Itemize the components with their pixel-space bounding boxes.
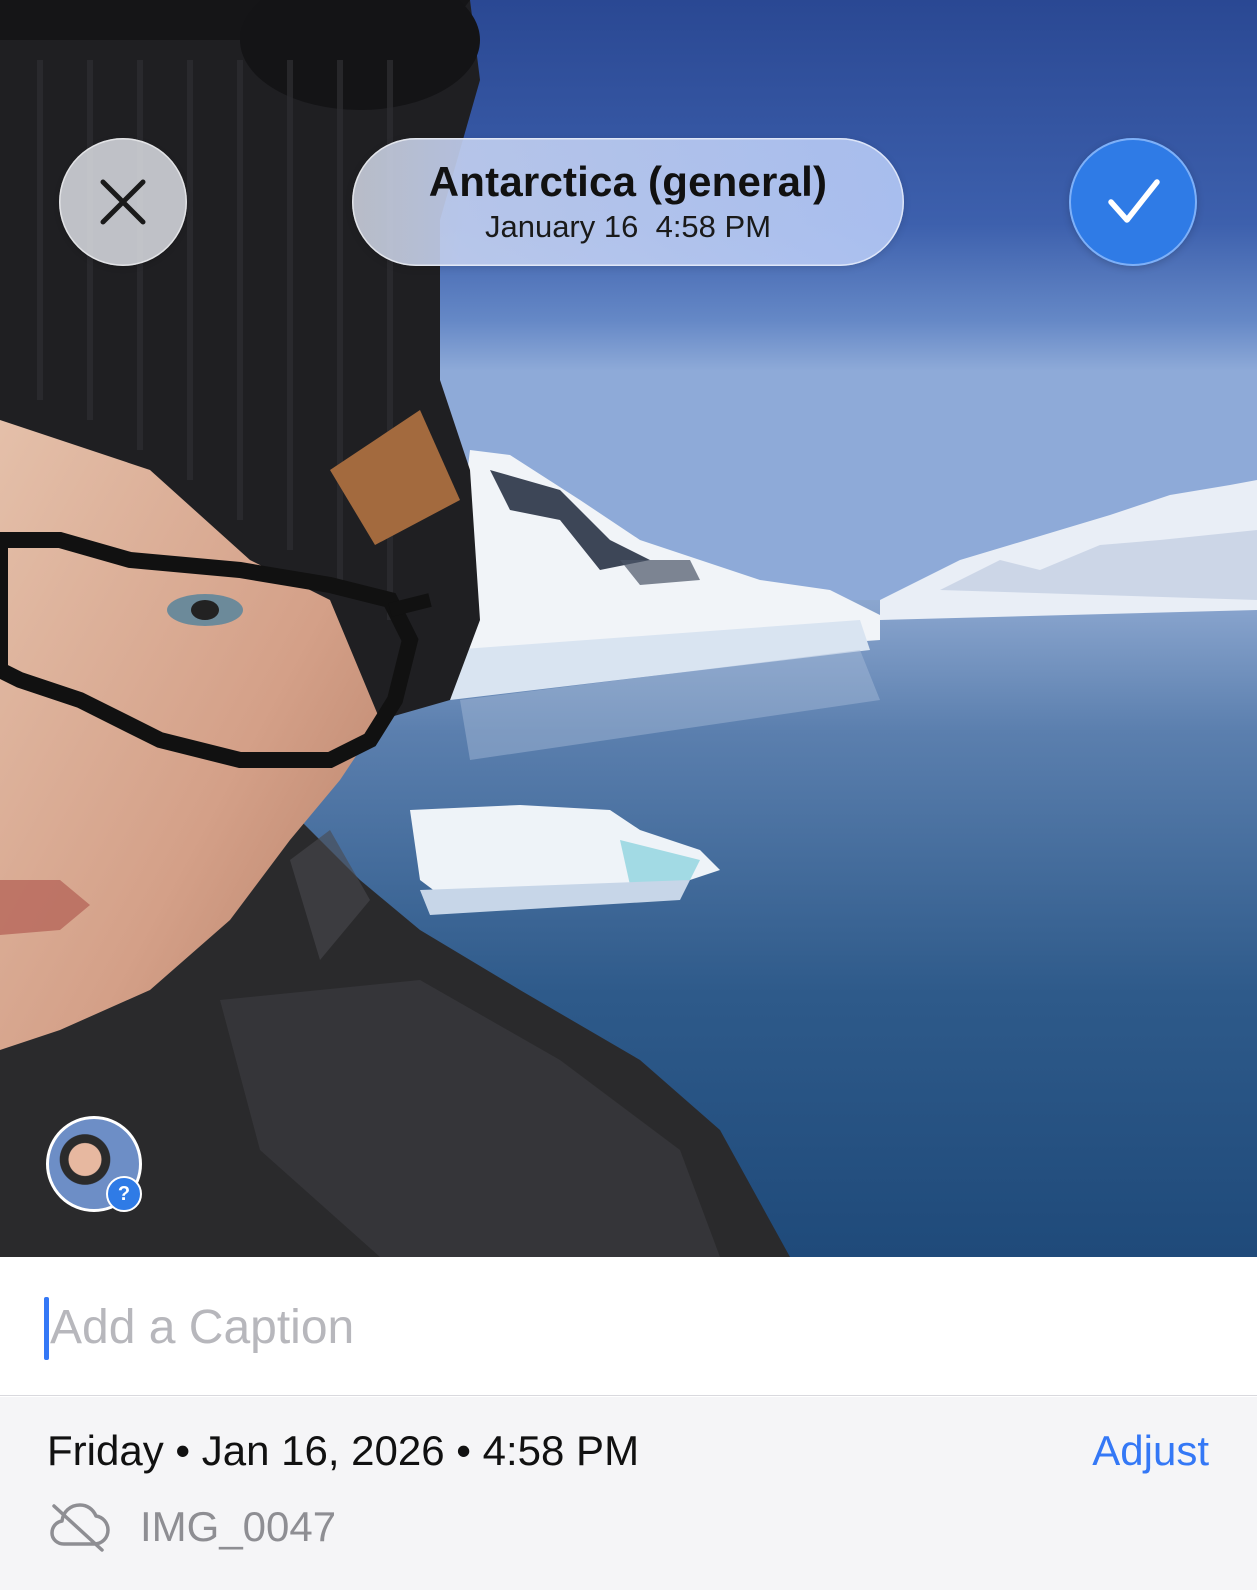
filename: IMG_0047: [140, 1503, 337, 1550]
cloud-off-icon: [50, 1503, 110, 1552]
location-title: Antarctica (general): [428, 158, 828, 205]
photo-preview: Antarctica (general) January 16 4:58 PM …: [0, 0, 1257, 1257]
checkmark-icon: [1108, 179, 1160, 223]
done-button[interactable]: [1069, 138, 1197, 266]
caption-area: [0, 1257, 1257, 1396]
edit-date-location-screen: Antarctica (general) January 16 4:58 PM …: [0, 0, 1257, 1590]
close-button[interactable]: [59, 138, 187, 266]
file-info-row: IMG_0047: [48, 1502, 336, 1552]
unknown-person-badge: ?: [106, 1176, 142, 1212]
caption-input[interactable]: [50, 1287, 1200, 1367]
photo-info-panel: Friday • Jan 16, 2026 • 4:58 PM Adjust I…: [0, 1397, 1257, 1590]
photo-datetime: Friday • Jan 16, 2026 • 4:58 PM: [47, 1427, 640, 1474]
date-time-subtitle: January 16 4:58 PM: [484, 209, 772, 244]
location-date-pill[interactable]: Antarctica (general) January 16 4:58 PM: [352, 138, 904, 266]
text-cursor: [44, 1297, 49, 1360]
close-icon: [100, 179, 146, 225]
adjust-button[interactable]: Adjust: [1092, 1427, 1209, 1475]
